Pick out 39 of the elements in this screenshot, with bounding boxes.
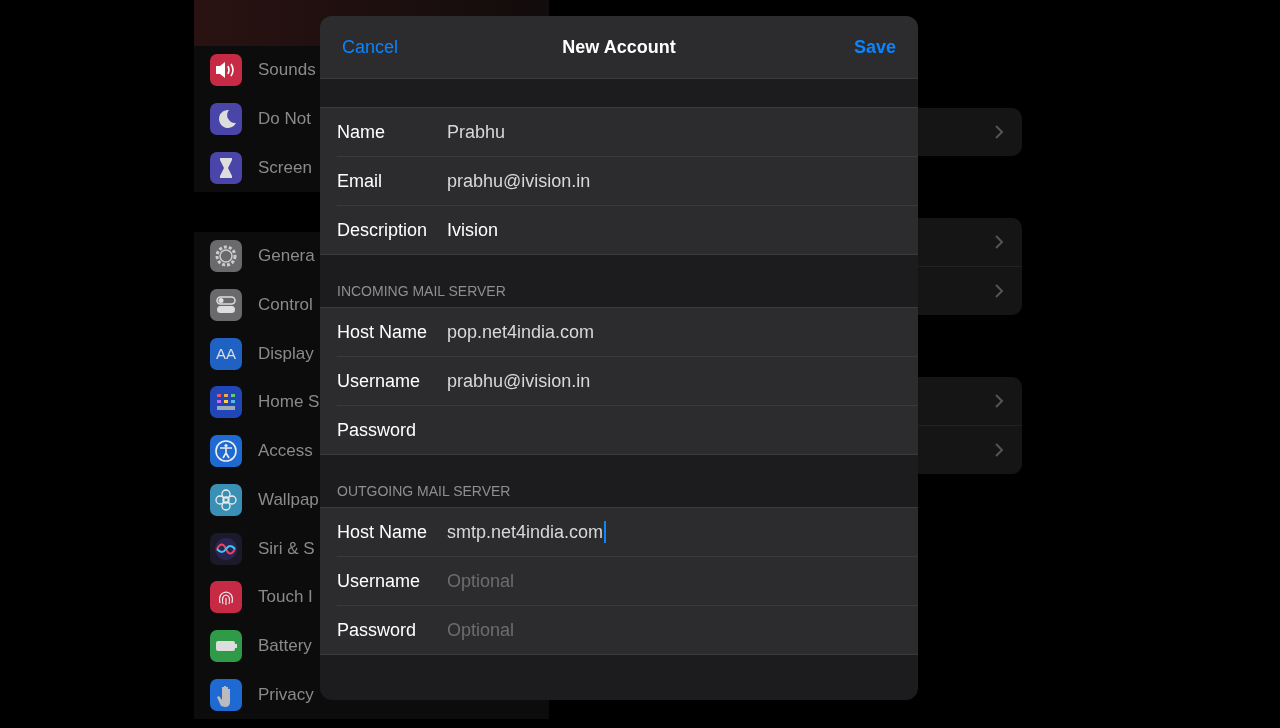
input-field[interactable]: Ivision [447,214,918,246]
settings-item[interactable]: Screen [258,157,312,178]
section-header: OUTGOING MAIL SERVER [337,483,511,499]
settings-item[interactable]: Wallpap [258,489,319,510]
input-field[interactable]: smtp.net4india.com [447,516,918,548]
input-field[interactable]: Prabhu [447,116,918,148]
input-field[interactable]: prabhu@ivision.in [447,365,918,397]
field-label: Host Name [337,521,429,543]
settings-item[interactable]: Control [258,295,313,316]
settings-item[interactable]: Battery [258,635,312,656]
settings-item[interactable]: Do Not [258,109,311,130]
chevron-icon [994,393,1004,409]
field-label: Name [337,121,386,143]
settings-item[interactable]: Genera [258,246,315,267]
field-label: Username [337,570,422,592]
field-label: Password [337,419,418,441]
settings-item[interactable]: Sounds [258,60,316,81]
input-field[interactable]: pop.net4india.com [447,316,918,348]
text-size-icon: AA [210,337,242,370]
field-label: Host Name [337,321,429,343]
input-field[interactable]: prabhu@ivision.in [447,165,918,197]
field-label: Email [337,170,383,192]
field-label: Description [337,219,429,241]
settings-item[interactable]: Touch I [258,587,313,608]
cancel-button[interactable]: Cancel [342,36,399,58]
settings-item[interactable]: Display [258,343,314,364]
section-header: INCOMING MAIL SERVER [337,283,506,299]
chevron-icon [994,442,1004,458]
settings-item[interactable]: Access [258,441,313,462]
chevron-icon [994,124,1004,140]
settings-item[interactable]: Siri & S [258,538,315,559]
sheet-title: New Account [562,36,676,58]
field-label: Password [337,619,418,641]
settings-item[interactable]: Home S [258,392,320,413]
chevron-icon [994,283,1004,299]
chevron-icon [994,234,1004,250]
save-button[interactable]: Save [853,36,896,58]
field-label: Username [337,370,422,392]
settings-item[interactable]: Privacy [258,684,314,705]
